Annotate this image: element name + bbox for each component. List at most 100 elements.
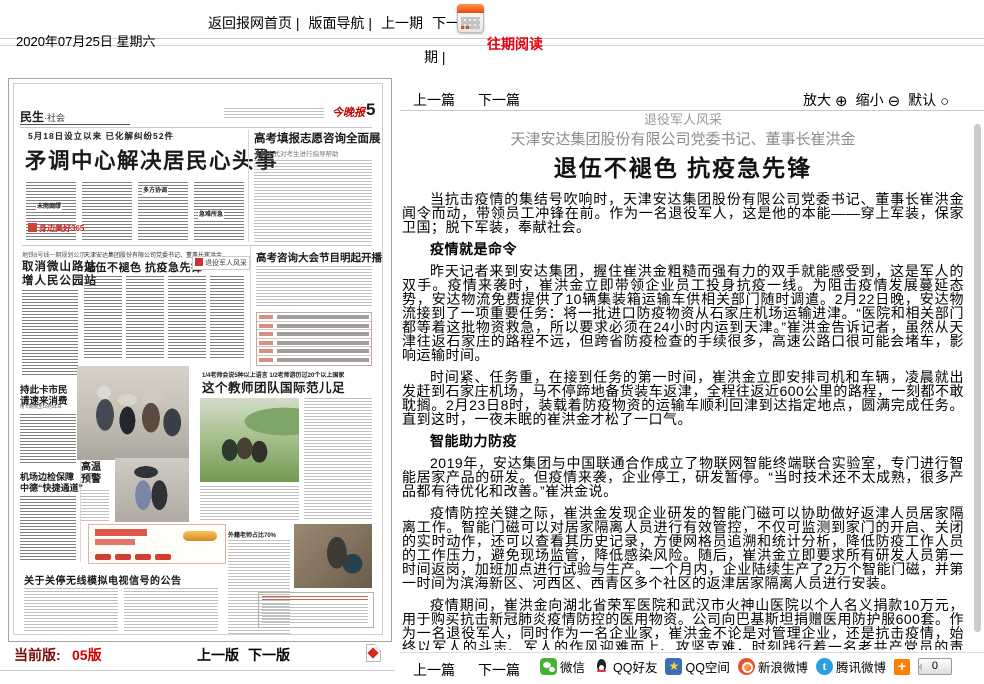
share-qzone-button[interactable]: ★ QQ空间 xyxy=(665,657,729,676)
body-text-texture xyxy=(82,182,132,240)
body-text-texture xyxy=(256,266,372,308)
share-wechat-button[interactable]: 微信 xyxy=(540,657,585,676)
table-row xyxy=(257,356,371,364)
tencent-weibo-icon: t xyxy=(816,658,833,675)
article-paragraph: 2019年，安达集团与中国联通合作成立了物联网智能终端联合实验室，专门进行智能居… xyxy=(402,456,964,498)
share-qq-friend-button[interactable]: QQ好友 xyxy=(593,657,657,676)
share-label: QQ空间 xyxy=(685,657,729,676)
zoom-out-icon[interactable]: ⊖ xyxy=(888,93,901,110)
calendar-icon-marked-day xyxy=(466,26,469,29)
teacher-article-headline: 这个教师团队国际范儿足 xyxy=(202,377,345,396)
lead-subhead: 未雨绸缪 xyxy=(36,204,62,211)
share-label: 腾讯微博 xyxy=(836,657,886,676)
default-zoom-button[interactable]: 默认 xyxy=(908,92,936,108)
info-box xyxy=(258,592,374,628)
home-link[interactable]: 返回报网首页 | xyxy=(208,15,300,31)
qq-penguin-icon xyxy=(593,658,610,675)
article-paragraph: 疫情防控关键之际，崔洪金发现企业研发的智能门磁可以协助做好返津人员居家隔离工作。… xyxy=(402,506,964,590)
table-row xyxy=(257,313,371,322)
wechat-icon xyxy=(540,658,557,675)
next-page-link[interactable]: 下一版 xyxy=(248,645,290,665)
article-kicker: 退役军人风采 xyxy=(402,112,964,128)
prev-article-link-bottom[interactable]: 上一篇 xyxy=(413,660,455,680)
article-title: 退伍不褪色 抗疫急先锋 xyxy=(402,153,964,183)
table-row xyxy=(257,322,371,331)
prev-article-link[interactable]: 上一篇 xyxy=(413,90,455,110)
body-text-texture xyxy=(81,490,109,522)
prev-page-link[interactable]: 上一版 xyxy=(197,645,239,665)
advertisement xyxy=(88,524,226,564)
photo-students-on-grass xyxy=(200,398,299,482)
article-paragraph: 时间紧、任务重，在接到任务的第一时间，崔洪金立即安排司机和车辆，凌晨就出发赶到石… xyxy=(402,370,964,426)
prev-issue-link[interactable]: 上一期 xyxy=(381,15,423,31)
article-paragraph: 疫情期间，崔洪金向湖北省荣军医院和武汉市火神山医院以个人名义捐款10万元，用于购… xyxy=(402,598,964,650)
zoom-in-button[interactable]: 放大 xyxy=(803,92,831,108)
article-section-heading: 疫情就是命令 xyxy=(402,242,964,256)
divider xyxy=(400,652,984,653)
sina-weibo-icon xyxy=(738,658,755,675)
current-page-label: 当前版: xyxy=(14,645,61,665)
column-divider xyxy=(250,246,251,374)
article-section-heading: 智能助力防疫 xyxy=(402,434,964,448)
lead-article-kicker: 5月18日设立以来 已化解纠纷52件 xyxy=(28,130,174,142)
body-text-texture xyxy=(22,290,78,376)
page-thumbnail-panel: 民生·社会 今晚报 5 5月18日设立以来 已化解纠纷52件 矛调中心解决居民心… xyxy=(8,78,392,642)
divider xyxy=(20,127,372,128)
article-paragraph: 昨天记者来到安达集团，握住崔洪金粗糙而强有力的双手就能感受到，这是军人的双手。疫… xyxy=(402,264,964,362)
divider xyxy=(20,124,130,125)
section-title: 民生·社会 xyxy=(20,108,65,125)
article-subtitle: 天津安达集团股份有限公司党委书记、董事长崔洪金 xyxy=(402,130,964,149)
ad-calligraphy-text xyxy=(95,539,135,545)
more-share-options-button[interactable]: + xyxy=(894,659,910,675)
calendar-icon[interactable] xyxy=(457,4,484,33)
pdf-icon-fold xyxy=(375,644,381,650)
zoom-in-icon[interactable]: ⊕ xyxy=(835,93,848,110)
tv-signal-notice-headline: 关于关停无线模拟电视信号的公告 xyxy=(24,572,182,587)
section-subtitle: ·社会 xyxy=(44,113,65,123)
zoom-out-button[interactable]: 缩小 xyxy=(856,92,884,108)
newspaper-page-thumbnail[interactable]: 民生·社会 今晚报 5 5月18日设立以来 已化解纠纷52件 矛调中心解决居民心… xyxy=(13,83,383,635)
body-text-texture xyxy=(84,276,122,360)
ad-buttons xyxy=(95,554,171,560)
next-article-link-bottom[interactable]: 下一篇 xyxy=(478,660,520,680)
badge-pointer xyxy=(914,663,922,671)
next-article-link[interactable]: 下一篇 xyxy=(478,90,520,110)
body-text-texture xyxy=(24,588,118,632)
table-row xyxy=(257,339,371,348)
ad-product-image xyxy=(183,531,217,541)
red-square-icon xyxy=(28,223,37,232)
info-box-texture xyxy=(262,596,368,602)
body-text-texture xyxy=(126,276,164,360)
body-text-texture xyxy=(194,182,244,240)
lead-subhead: 多方协调 xyxy=(142,188,168,195)
tv-schedule-table xyxy=(256,312,372,366)
share-tencent-weibo-button[interactable]: t 腾讯微博 xyxy=(816,657,886,676)
article-paragraph: 当抗击疫情的集结号吹响时，天津安达集团股份有限公司党委书记、董事长崔洪金闻令而动… xyxy=(402,192,964,234)
next-issue-link-wrap[interactable]: 期 | xyxy=(424,49,446,65)
photo-pedestrians-umbrella xyxy=(115,458,189,522)
ad-calligraphy-text xyxy=(95,529,147,536)
masthead-logo: 今晚报 xyxy=(332,104,365,120)
gaokao-tv-headline: 高考咨询大会节目明起开播 xyxy=(256,250,382,265)
scrollbar-thumb[interactable] xyxy=(974,124,981,632)
issue-date: 2020年07月25日 星期六 xyxy=(16,31,155,50)
anda-article-headline[interactable]: 退伍不褪色 抗疫急先锋 xyxy=(84,259,203,275)
top-navigation: 返回报网首页 | 版面导航 | 上一期下一 xyxy=(208,13,469,33)
next-issue-link[interactable]: 下一 xyxy=(432,15,460,31)
card-notice-subline: 用卡期限至10月31日 xyxy=(20,404,62,410)
pdf-icon[interactable] xyxy=(366,644,381,662)
past-issues-link[interactable]: 往期阅读 xyxy=(487,34,543,54)
layout-nav-link[interactable]: 版面导航 | xyxy=(309,15,373,31)
table-row xyxy=(257,347,371,356)
share-sina-weibo-button[interactable]: 新浪微博 xyxy=(738,657,808,676)
share-label: 新浪微博 xyxy=(758,657,808,676)
share-count-badge[interactable]: 0 xyxy=(918,658,952,675)
default-zoom-icon[interactable]: ○ xyxy=(940,93,949,110)
lead-article-headline: 矛调中心解决居民心头事 xyxy=(25,144,278,175)
red-square-icon xyxy=(195,258,203,266)
lead-subhead: 急难所急 xyxy=(198,212,224,219)
zoom-controls: 放大⊕ 缩小⊖ 默认○ xyxy=(803,90,957,110)
page-number: 5 xyxy=(366,100,375,120)
heat-warning-label: 高温预警 xyxy=(81,462,101,486)
article-body: 当抗击疫情的集结号吹响时，天津安达集团股份有限公司党委书记、董事长崔洪金闻令而动… xyxy=(402,184,964,650)
